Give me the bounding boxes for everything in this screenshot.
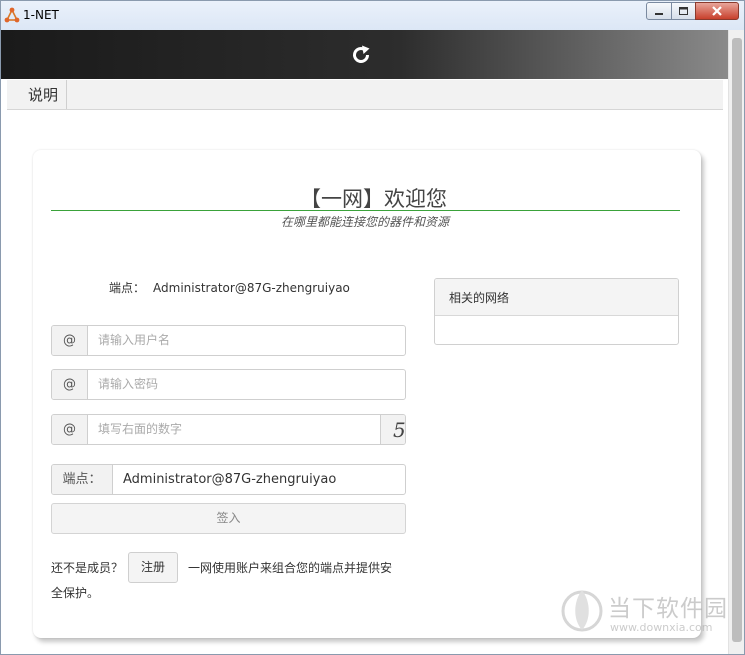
- title-divider: [51, 210, 680, 211]
- welcome-title: 【一网】欢迎您: [300, 187, 447, 211]
- refresh-icon[interactable]: [350, 44, 372, 66]
- register-description-continued: 全保护。: [51, 586, 100, 600]
- endpoint-input-group: 端点： Administrator@87G-zhengruiyao: [51, 464, 406, 495]
- password-input-group: @ 请输入密码: [51, 369, 406, 400]
- endpoint-label: 端点：: [109, 281, 146, 295]
- close-icon: [712, 6, 722, 16]
- watermark-text: 当下软件园: [608, 596, 728, 622]
- related-networks-title: 相关的网络: [435, 279, 678, 316]
- maximize-button[interactable]: [671, 2, 696, 20]
- app-logo-icon: [4, 7, 20, 23]
- endpoint-info: 端点： Administrator@87G-zhengruiyao: [109, 279, 350, 296]
- captcha-input-group: @ 填写右面的数字 5348: [51, 414, 406, 445]
- vertical-scrollbar[interactable]: [728, 30, 744, 654]
- menu-item-help[interactable]: 说明: [7, 80, 68, 109]
- endpoint-field[interactable]: Administrator@87G-zhengruiyao: [113, 465, 405, 494]
- top-toolbar: [1, 30, 728, 79]
- related-networks-panel: 相关的网络: [434, 278, 679, 345]
- window-title: 1-NET: [23, 8, 59, 22]
- captcha-input[interactable]: 填写右面的数字: [88, 415, 378, 444]
- application-window: 1-NET 说明 【一网】欢迎您 在哪里都能连接您的器件和资源 端点： Admin…: [0, 0, 745, 655]
- endpoint-value: Administrator@87G-zhengruiyao: [153, 281, 350, 295]
- register-description: 一网使用账户来组合您的端点并提供安: [188, 561, 393, 575]
- menu-bar: 说明: [7, 80, 723, 110]
- endpoint-field-label: 端点：: [52, 465, 113, 494]
- sign-in-button[interactable]: 签入: [51, 503, 406, 534]
- not-member-text: 还不是成员？: [51, 561, 124, 575]
- minimize-icon: [655, 13, 663, 15]
- scrollbar-thumb[interactable]: [732, 38, 742, 642]
- register-button[interactable]: 注册: [128, 552, 178, 583]
- captcha-image[interactable]: 5348: [380, 415, 405, 444]
- username-input[interactable]: 请输入用户名: [88, 326, 405, 355]
- maximize-icon: [679, 7, 688, 15]
- at-icon: @: [52, 370, 88, 399]
- password-input[interactable]: 请输入密码: [88, 370, 405, 399]
- title-bar[interactable]: 1-NET: [1, 1, 744, 30]
- at-icon: @: [52, 415, 88, 444]
- username-input-group: @ 请输入用户名: [51, 325, 406, 356]
- close-button[interactable]: [695, 2, 739, 20]
- at-icon: @: [52, 326, 88, 355]
- watermark-url: www.downxia.com: [610, 621, 713, 634]
- welcome-subtitle: 在哪里都能连接您的器件和资源: [280, 215, 449, 229]
- watermark-logo-icon: [561, 590, 603, 632]
- minimize-button[interactable]: [646, 2, 672, 20]
- watermark: 当下软件园 www.downxia.com: [560, 586, 738, 641]
